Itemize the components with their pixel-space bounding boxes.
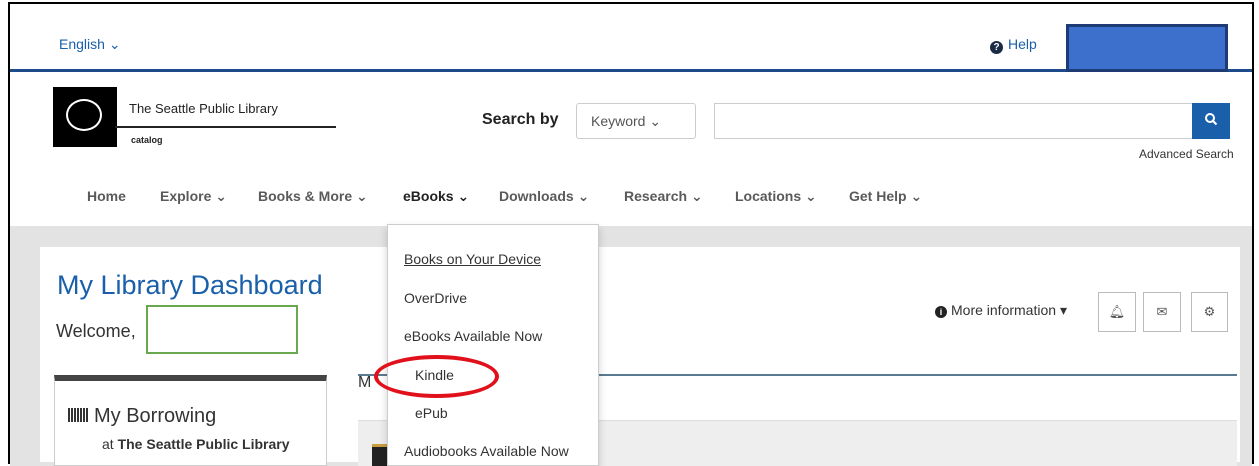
welcome-text: Welcome, xyxy=(56,321,136,341)
caret-down-icon: ▾ xyxy=(1059,302,1067,318)
language-selector[interactable]: English ⌄ xyxy=(59,36,121,53)
library-subtitle: catalog xyxy=(131,135,163,145)
more-information-label: More information xyxy=(951,302,1057,318)
logo-divider xyxy=(115,126,336,128)
barcode-icon xyxy=(68,408,88,422)
menu-item-books-on-your-device[interactable]: Books on Your Device xyxy=(404,251,541,267)
nav-explore[interactable]: Explore ⌄ xyxy=(160,188,227,205)
messages-button[interactable]: ✉ xyxy=(1143,292,1181,332)
chevron-down-icon: ⌄ xyxy=(577,188,590,204)
nav-research[interactable]: Research ⌄ xyxy=(624,188,703,205)
nav-label: Downloads xyxy=(499,188,574,204)
settings-button[interactable]: ⚙ xyxy=(1191,292,1228,332)
envelope-icon: ✉ xyxy=(1156,304,1168,319)
nav-books-more[interactable]: Books & More ⌄ xyxy=(258,188,368,205)
menu-item-overdrive[interactable]: OverDrive xyxy=(404,290,467,306)
nav-label: Research xyxy=(624,188,688,204)
menu-item-ebooks-available-now[interactable]: eBooks Available Now xyxy=(404,328,542,344)
search-input[interactable] xyxy=(714,103,1192,139)
nav-label: Explore xyxy=(160,188,212,204)
kindle-highlight-circle xyxy=(374,355,499,398)
chevron-down-icon: ⌄ xyxy=(356,188,368,204)
search-by-label: Search by xyxy=(482,111,559,128)
nav-label: Get Help xyxy=(849,188,907,204)
help-link[interactable]: ? Help xyxy=(990,36,1037,54)
nav-ebooks[interactable]: eBooks ⌄ xyxy=(403,188,469,205)
search-type-value: Keyword xyxy=(591,113,646,129)
bell-icon: 🔔︎ xyxy=(1108,304,1126,319)
nav-home[interactable]: Home xyxy=(87,188,126,204)
language-label: English xyxy=(59,36,105,52)
checkouts-panel-heading: M xyxy=(358,374,372,391)
nav-get-help[interactable]: Get Help ⌄ xyxy=(849,188,922,205)
library-name: The Seattle Public Library xyxy=(129,101,278,116)
borrowing-library-name: The Seattle Public Library xyxy=(117,436,290,452)
page-title: My Library Dashboard xyxy=(57,270,323,300)
chevron-down-icon: ⌄ xyxy=(690,188,703,204)
info-icon: i xyxy=(935,306,947,318)
nav-label: eBooks xyxy=(403,188,454,204)
advanced-search-link[interactable]: Advanced Search xyxy=(1139,147,1234,161)
search-button[interactable] xyxy=(1192,103,1230,139)
menu-item-audiobooks-available-now[interactable]: Audiobooks Available Now xyxy=(404,443,569,459)
borrowing-title-label: My Borrowing xyxy=(94,405,217,427)
notifications-button[interactable]: 🔔︎ xyxy=(1098,292,1136,332)
help-label: Help xyxy=(1008,36,1037,52)
nav-label: Books & More xyxy=(258,188,353,204)
book-cover-thumbnail[interactable] xyxy=(372,444,388,466)
chevron-down-icon: ⌄ xyxy=(910,188,923,204)
chevron-down-icon: ⌄ xyxy=(649,113,662,129)
chevron-down-icon: ⌄ xyxy=(457,188,470,204)
library-logo[interactable] xyxy=(53,87,117,147)
borrowing-title: My Borrowing xyxy=(68,405,216,428)
nav-label: Locations xyxy=(735,188,802,204)
menu-item-epub[interactable]: ePub xyxy=(415,405,448,421)
username-highlight xyxy=(146,305,298,354)
chevron-down-icon: ⌄ xyxy=(215,188,227,204)
more-information-button[interactable]: i More information ▾ xyxy=(935,302,1067,319)
borrowing-location: at The Seattle Public Library xyxy=(102,436,290,452)
search-icon xyxy=(1205,113,1218,126)
help-circle-icon: ? xyxy=(990,41,1003,54)
borrowing-at-prefix: at xyxy=(102,436,118,452)
gear-icon: ⚙ xyxy=(1203,304,1216,319)
chevron-down-icon: ⌄ xyxy=(108,36,121,52)
search-type-select[interactable]: Keyword ⌄ xyxy=(576,103,696,139)
user-account-button[interactable] xyxy=(1066,24,1228,72)
chevron-down-icon: ⌄ xyxy=(805,188,817,204)
nav-locations[interactable]: Locations ⌄ xyxy=(735,188,817,205)
nav-downloads[interactable]: Downloads ⌄ xyxy=(499,188,589,205)
globe-icon xyxy=(66,99,102,131)
